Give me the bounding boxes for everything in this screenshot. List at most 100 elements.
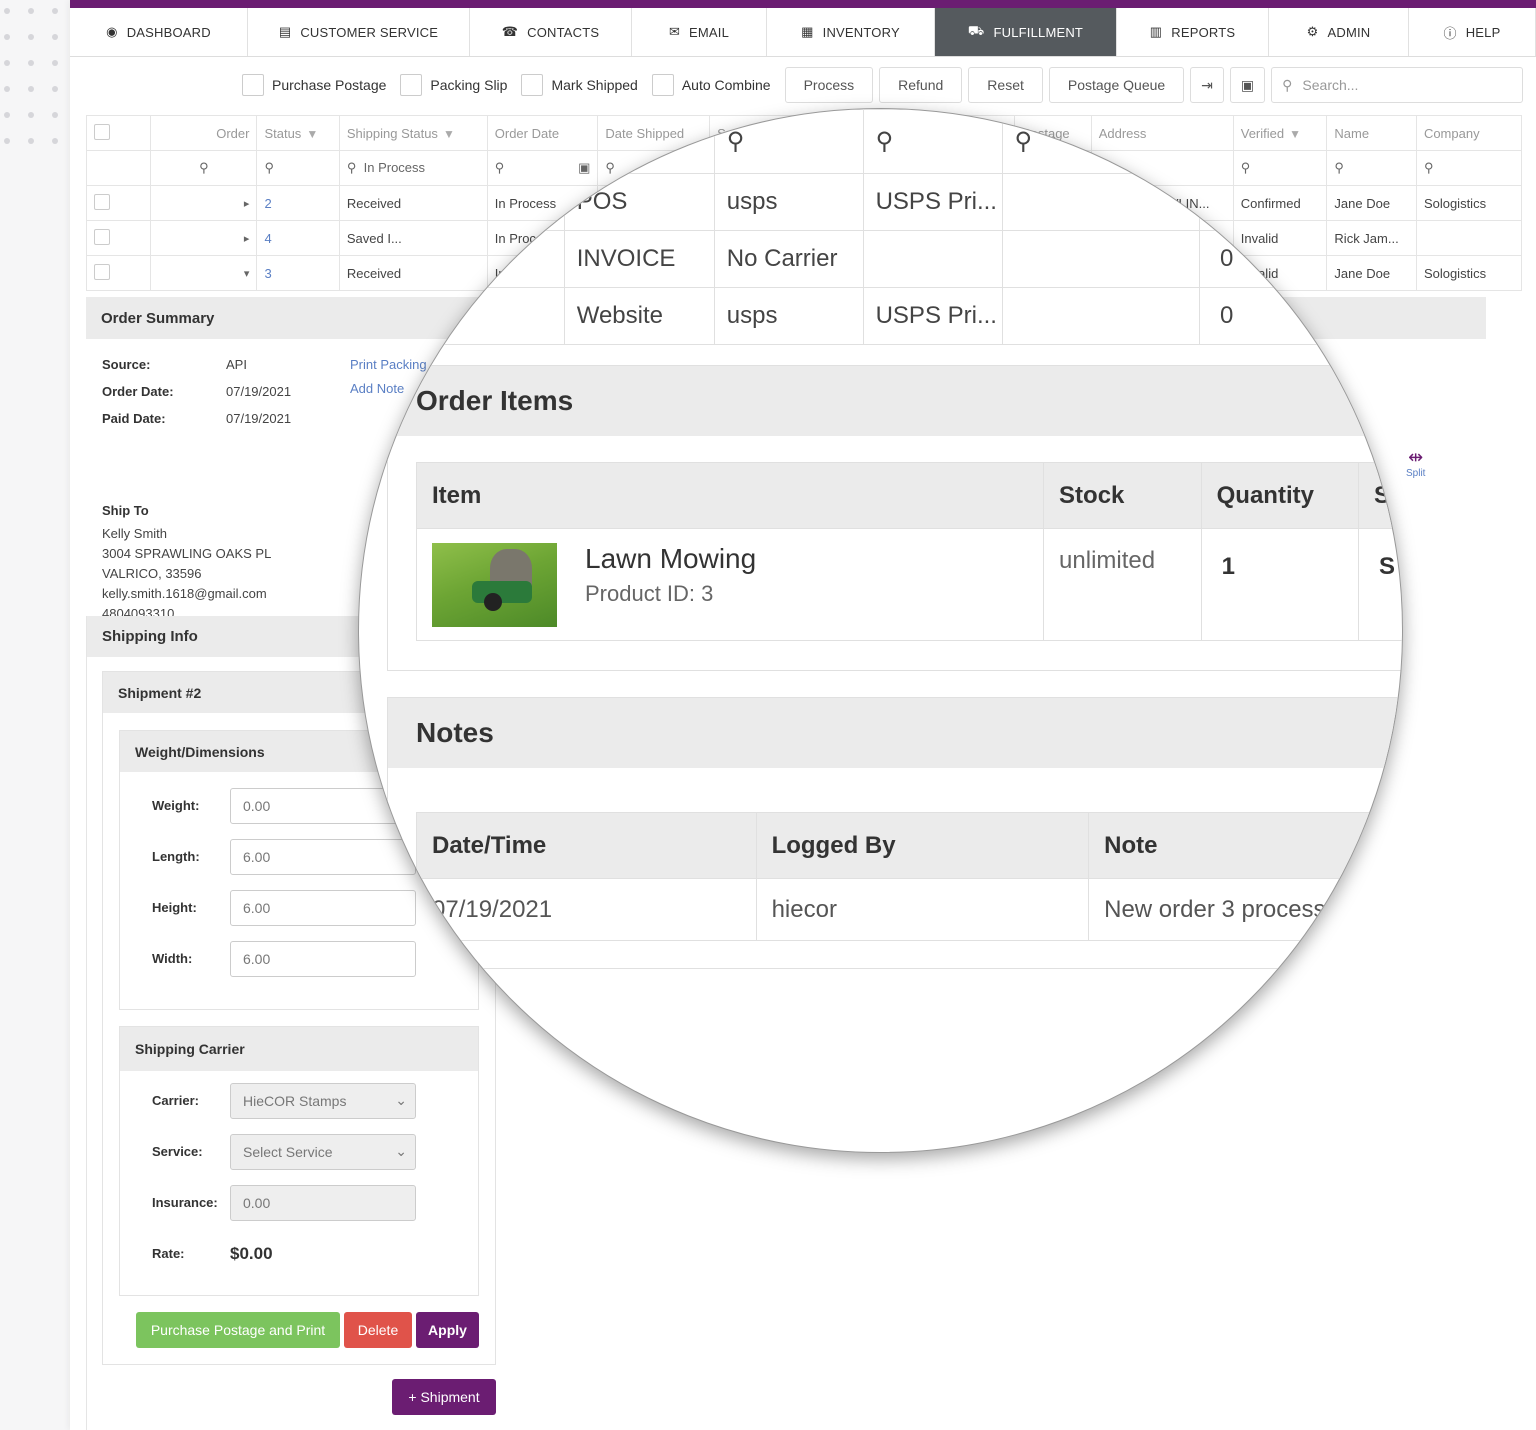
- cell-order[interactable]: 2: [256, 185, 340, 221]
- cell-order[interactable]: 3: [256, 255, 340, 291]
- checkbox[interactable]: [242, 74, 264, 96]
- refund-button[interactable]: Refund: [879, 67, 963, 103]
- cell-service: [862, 230, 1003, 288]
- process-button[interactable]: Process: [784, 67, 874, 103]
- source-label: Source:: [102, 357, 151, 372]
- product-name: Lawn Mowing: [585, 543, 757, 574]
- reports-icon: ▥: [1149, 24, 1163, 39]
- packing-slip-toggle[interactable]: Packing Slip: [400, 74, 507, 96]
- nav-tab-contacts[interactable]: ☎ CONTACTS: [470, 8, 632, 56]
- cell-source: POS: [563, 173, 715, 231]
- search-icon[interactable]: ⚲: [1001, 109, 1201, 174]
- search-icon: ⚲: [1282, 76, 1293, 93]
- column-header[interactable]: Company: [1415, 115, 1523, 151]
- cell-company: Sologistics: [1415, 255, 1523, 291]
- order-item-row[interactable]: Lawn Mowing Product ID: 3 unlimited 1 S: [415, 528, 1402, 641]
- product-extra-column: S: [1357, 528, 1402, 641]
- order-items-title: Order Items: [388, 366, 1402, 436]
- zoomed-table-row[interactable]: Website usps USPS Pri... 0: [359, 287, 1354, 345]
- decorative-dot: [4, 112, 10, 118]
- decorative-dots: [0, 0, 70, 150]
- search-icon[interactable]: ⚲: [1415, 150, 1523, 186]
- column-header[interactable]: Order: [150, 115, 258, 151]
- product-id: Product ID: 3: [585, 581, 714, 606]
- auto-combine-toggle[interactable]: Auto Combine: [651, 74, 771, 96]
- nav-tab-help[interactable]: ⓘ HELP: [1409, 8, 1536, 56]
- reset-button[interactable]: Reset: [968, 67, 1043, 103]
- cell-source: Website: [563, 287, 715, 345]
- export-icon[interactable]: ⇥: [1190, 67, 1224, 103]
- decorative-dot: [4, 34, 10, 40]
- checkbox-label: Auto Combine: [681, 77, 771, 93]
- apply-button[interactable]: Apply: [416, 1312, 479, 1348]
- nav-tab-reports[interactable]: ▥ REPORTS: [1117, 8, 1269, 56]
- order-link[interactable]: 3: [264, 266, 271, 281]
- decorative-dot: [52, 138, 58, 144]
- search-icon[interactable]: ⚲: [256, 150, 340, 186]
- search-input[interactable]: ⚲ Search...: [1271, 67, 1524, 103]
- decorative-dot: [52, 60, 58, 66]
- nav-tab-fulfillment[interactable]: ⛟ FULFILLMENT: [935, 8, 1117, 56]
- cell-empty: [1001, 230, 1201, 288]
- customer-service-icon: ▤: [278, 24, 292, 39]
- select-all-checkbox[interactable]: [94, 123, 110, 140]
- postage-queue-button[interactable]: Postage Queue: [1048, 67, 1185, 103]
- carrier-label: Carrier:: [152, 1093, 199, 1108]
- search-icon[interactable]: ⚲: [150, 150, 258, 186]
- purchase-postage-print-button[interactable]: Purchase Postage and Print: [136, 1312, 340, 1348]
- dashboard-icon: ◉: [106, 24, 118, 39]
- ship-to: Ship To Kelly Smith 3004 SPRAWLING OAKS …: [102, 503, 271, 624]
- paid-date-value: 07/19/2021: [226, 411, 292, 426]
- zoomed-filter-row: ⚲ ⚲ ⚲: [359, 109, 1354, 174]
- split-icon: ⇹: [1408, 447, 1424, 467]
- ship-to-name: Kelly Smith: [102, 526, 168, 541]
- cell-weight: [1199, 173, 1354, 231]
- zoomed-table-row[interactable]: POS usps USPS Pri...: [359, 173, 1354, 231]
- decorative-dot: [4, 8, 10, 14]
- add-shipment-button[interactable]: + Shipment: [392, 1379, 496, 1415]
- row-checkbox[interactable]: [94, 263, 110, 280]
- paid-date-label: Paid Date:: [102, 411, 166, 426]
- nav-tab-email[interactable]: ✉ EMAIL: [632, 8, 767, 56]
- row-checkbox[interactable]: [94, 228, 110, 245]
- nav-tab-dashboard[interactable]: ◉ DASHBOARD: [70, 8, 248, 56]
- split-button[interactable]: ⇹ Split: [1406, 447, 1425, 479]
- nav-tab-admin[interactable]: ⚙ ADMIN: [1269, 8, 1409, 56]
- zoomed-table-row[interactable]: INVOICE No Carrier 0: [359, 230, 1354, 288]
- expand-toggle-icon[interactable]: ▾: [150, 255, 258, 291]
- purchase-postage-toggle[interactable]: Purchase Postage: [242, 74, 386, 96]
- order-link[interactable]: 2: [264, 196, 271, 211]
- cell-carrier: usps: [713, 173, 864, 231]
- contacts-icon: ☎: [501, 24, 519, 39]
- cell-source: INVOICE: [563, 230, 715, 288]
- mark-shipped-toggle[interactable]: Mark Shipped: [521, 74, 638, 96]
- checkbox[interactable]: [400, 74, 423, 96]
- order-link[interactable]: 4: [264, 231, 271, 246]
- checkbox[interactable]: [521, 74, 544, 96]
- rate-value: $0.00: [230, 1243, 273, 1263]
- rate-label: Rate:: [152, 1246, 185, 1261]
- cell-service: USPS Pri...: [862, 173, 1003, 231]
- length-label: Length:: [152, 849, 200, 864]
- checkbox[interactable]: [651, 74, 674, 96]
- expand-toggle-icon[interactable]: ▸: [150, 185, 258, 221]
- nav-tab-label: CUSTOMER SERVICE: [300, 24, 439, 40]
- decorative-dot: [28, 86, 34, 92]
- nav-tab-customer-service[interactable]: ▤ CUSTOMER SERVICE: [248, 8, 470, 56]
- insurance-input[interactable]: 0.00: [230, 1184, 416, 1221]
- notes-title: Notes: [388, 698, 1402, 768]
- cell-order[interactable]: 4: [256, 220, 340, 256]
- row-checkbox[interactable]: [94, 193, 110, 210]
- nav-tab-label: DASHBOARD: [126, 24, 211, 40]
- search-icon[interactable]: ⚲: [713, 109, 864, 174]
- search-icon[interactable]: ⚲: [862, 109, 1003, 174]
- nav-tab-inventory[interactable]: ▦ INVENTORY: [767, 8, 935, 56]
- filter-icon[interactable]: ▼: [306, 127, 318, 141]
- cell-empty: [359, 230, 565, 288]
- delete-button[interactable]: Delete: [344, 1312, 412, 1348]
- cell-select: [85, 185, 152, 221]
- expand-toggle-icon[interactable]: ▸: [150, 220, 258, 256]
- service-label: Service:: [152, 1144, 203, 1159]
- columns-icon[interactable]: ▣: [1229, 67, 1266, 103]
- column-header[interactable]: Status ▼: [256, 115, 340, 151]
